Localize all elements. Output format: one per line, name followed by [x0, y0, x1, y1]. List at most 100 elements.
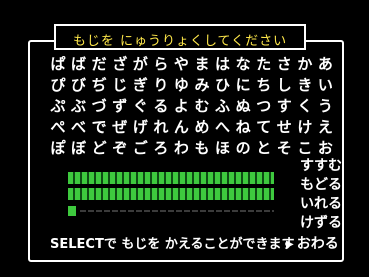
char-cell[interactable]: ず	[110, 96, 130, 117]
char-cell[interactable]: ち	[254, 75, 274, 96]
char-column: ざじずぜぞ	[110, 54, 130, 159]
entry-line-2	[68, 188, 274, 200]
char-cell[interactable]: よ	[171, 96, 191, 117]
char-cell[interactable]: ひ	[213, 75, 233, 96]
char-column: たちつてと	[254, 54, 274, 159]
char-cell[interactable]: か	[295, 54, 315, 75]
char-cell[interactable]: ろ	[151, 138, 171, 159]
char-cell[interactable]: あ	[315, 54, 335, 75]
char-cell[interactable]: ぱ	[48, 54, 68, 75]
char-cell[interactable]: き	[295, 75, 315, 96]
char-cell[interactable]: ば	[69, 54, 89, 75]
char-cell[interactable]: は	[213, 54, 233, 75]
char-cell[interactable]: づ	[89, 96, 109, 117]
char-cell[interactable]: が	[130, 54, 150, 75]
char-cell[interactable]: ま	[192, 54, 212, 75]
menu-delete[interactable]: けずる	[286, 214, 342, 233]
char-cell[interactable]: ぷ	[48, 96, 68, 117]
char-cell[interactable]: ぎ	[130, 75, 150, 96]
char-cell[interactable]: う	[315, 96, 335, 117]
char-cell[interactable]: や	[171, 54, 191, 75]
char-column: だぢづでど	[89, 54, 109, 159]
char-cell[interactable]: ぽ	[48, 138, 68, 159]
char-cell[interactable]: す	[274, 96, 294, 117]
title-box: もじを にゅうりょくしてください	[54, 24, 306, 50]
char-cell[interactable]: の	[233, 138, 253, 159]
char-cell[interactable]: ご	[130, 138, 150, 159]
char-cell[interactable]: い	[315, 75, 335, 96]
char-cell[interactable]: ぼ	[69, 138, 89, 159]
char-cell[interactable]: も	[192, 138, 212, 159]
name-entry-screen: もじを にゅうりょくしてください あいうえおかきくけこさしすせそたちつてとなにぬ…	[0, 0, 369, 277]
char-cell[interactable]: ん	[171, 117, 191, 138]
char-column: はひふへほ	[213, 54, 233, 159]
char-cell[interactable]: ど	[89, 138, 109, 159]
char-cell[interactable]: じ	[110, 75, 130, 96]
char-cell[interactable]: ほ	[213, 138, 233, 159]
char-column: ばびぶべぼ	[69, 54, 89, 159]
char-cell[interactable]: げ	[130, 117, 150, 138]
char-cell[interactable]: べ	[69, 117, 89, 138]
char-cell[interactable]: わ	[171, 138, 191, 159]
menu-finish-row[interactable]: ▶ おわる	[286, 233, 339, 253]
char-cell[interactable]: だ	[89, 54, 109, 75]
char-cell[interactable]: せ	[274, 117, 294, 138]
command-menu: すすむ もどる いれる けずる	[286, 157, 342, 233]
char-cell[interactable]: ぬ	[233, 96, 253, 117]
char-cell[interactable]: ら	[151, 54, 171, 75]
char-cell[interactable]: ぐ	[130, 96, 150, 117]
menu-insert[interactable]: いれる	[286, 195, 342, 214]
char-cell[interactable]: む	[192, 96, 212, 117]
entry-underline	[80, 210, 274, 212]
char-cell[interactable]: く	[295, 96, 315, 117]
char-column: やゆよんわ	[171, 54, 191, 159]
char-cell[interactable]: し	[274, 75, 294, 96]
char-cell[interactable]: え	[315, 117, 335, 138]
char-cell[interactable]: て	[254, 117, 274, 138]
char-column: まみむめも	[192, 54, 212, 159]
char-cell[interactable]: ぶ	[69, 96, 89, 117]
char-cell[interactable]: ぞ	[110, 138, 130, 159]
char-cell[interactable]: た	[254, 54, 274, 75]
menu-forward[interactable]: すすむ	[286, 157, 342, 176]
char-cell[interactable]: さ	[274, 54, 294, 75]
char-cell[interactable]: に	[233, 75, 253, 96]
char-cell[interactable]: へ	[213, 117, 233, 138]
char-cell[interactable]: ぴ	[48, 75, 68, 96]
char-cell[interactable]: け	[295, 117, 315, 138]
char-cell[interactable]: ふ	[213, 96, 233, 117]
char-cell[interactable]: れ	[151, 117, 171, 138]
char-cell[interactable]: ね	[233, 117, 253, 138]
char-cell[interactable]: び	[69, 75, 89, 96]
char-cell[interactable]: ぺ	[48, 117, 68, 138]
menu-finish[interactable]: おわる	[297, 236, 339, 252]
char-cell[interactable]: つ	[254, 96, 274, 117]
help-text: SELECTで もじを かえることができます	[50, 237, 295, 252]
entry-cursor-row	[68, 206, 274, 216]
char-column: らりるれろ	[151, 54, 171, 159]
char-cell[interactable]: ざ	[110, 54, 130, 75]
char-cell[interactable]: で	[89, 117, 109, 138]
char-cell[interactable]: み	[192, 75, 212, 96]
char-cell[interactable]: る	[151, 96, 171, 117]
entry-field[interactable]	[68, 172, 274, 218]
char-column: あいうえお	[315, 54, 335, 159]
char-cell[interactable]: り	[151, 75, 171, 96]
char-cell[interactable]: こ	[295, 138, 315, 159]
char-cell[interactable]: な	[233, 54, 253, 75]
char-cell[interactable]: ぜ	[110, 117, 130, 138]
char-column: ぱぴぷぺぽ	[48, 54, 68, 159]
char-cell[interactable]: そ	[274, 138, 294, 159]
char-cell[interactable]: ゆ	[171, 75, 191, 96]
text-cursor	[68, 206, 76, 216]
selection-pointer-icon: ▶	[286, 239, 294, 250]
char-cell[interactable]: ぢ	[89, 75, 109, 96]
char-column: がぎぐげご	[130, 54, 150, 159]
char-column: さしすせそ	[274, 54, 294, 159]
entry-line-1	[68, 172, 274, 184]
char-column: かきくけこ	[295, 54, 315, 159]
char-cell[interactable]: お	[315, 138, 335, 159]
menu-back[interactable]: もどる	[286, 176, 342, 195]
char-cell[interactable]: と	[254, 138, 274, 159]
char-cell[interactable]: め	[192, 117, 212, 138]
